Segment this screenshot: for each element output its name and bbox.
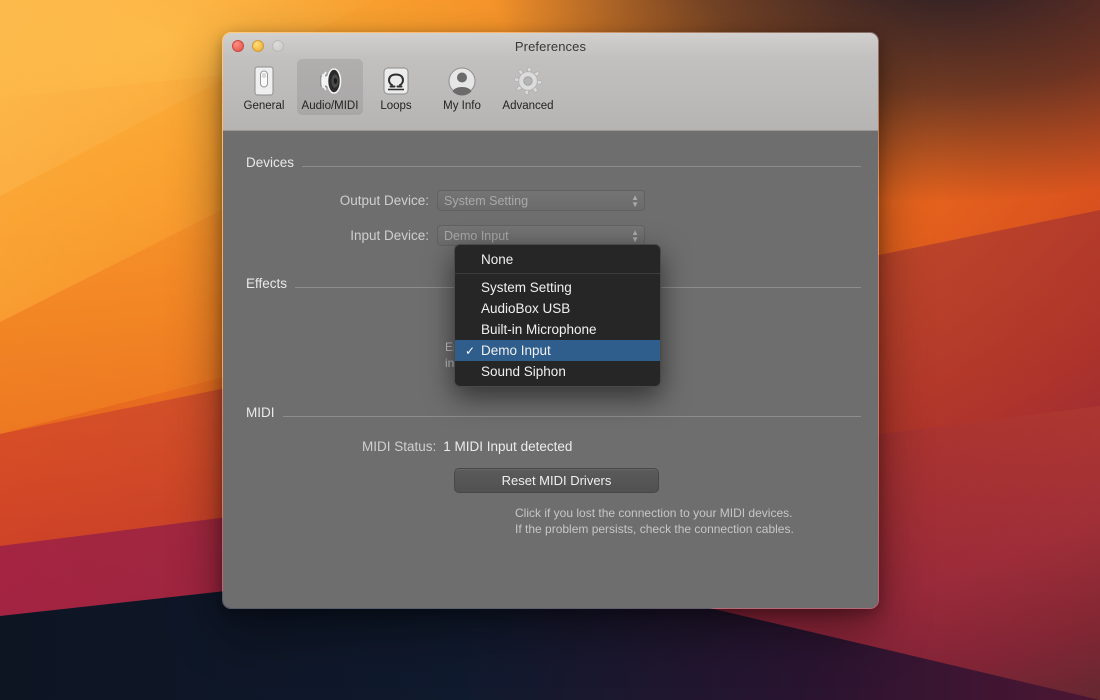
tab-advanced[interactable]: Advanced: [495, 59, 561, 115]
menu-item-label: Built-in Microphone: [481, 322, 597, 337]
menu-item-label: None: [481, 252, 513, 267]
section-divider: [283, 416, 862, 417]
input-device-select[interactable]: Demo Input ▲▼: [437, 225, 645, 246]
menu-separator: [455, 273, 660, 274]
person-icon: [446, 64, 478, 98]
midi-help-text: Click if you lost the connection to your…: [515, 505, 794, 537]
preferences-window: Preferences General: [222, 32, 879, 609]
menu-item[interactable]: Sound Siphon: [455, 361, 660, 382]
tab-loops[interactable]: Loops: [363, 59, 429, 115]
midi-status-row: MIDI Status: 1 MIDI Input detected: [362, 439, 572, 454]
tab-my-info[interactable]: My Info: [429, 59, 495, 115]
devices-section-header: Devices: [246, 155, 861, 170]
menu-item[interactable]: Built-in Microphone: [455, 319, 660, 340]
traffic-light-group: [232, 40, 284, 52]
preferences-toolbar: General Audio/MIDI: [223, 59, 878, 131]
input-device-dropdown-menu[interactable]: None System Setting AudioBox USB Built-in M…: [454, 244, 661, 387]
midi-status-value: 1 MIDI Input detected: [443, 439, 572, 454]
midi-heading: MIDI: [246, 405, 275, 420]
output-device-select[interactable]: System Setting ▲▼: [437, 190, 645, 211]
tab-advanced-label: Advanced: [502, 100, 553, 112]
tab-my-info-label: My Info: [443, 100, 481, 112]
zoom-window-button[interactable]: [272, 40, 284, 52]
menu-item-label: Sound Siphon: [481, 364, 566, 379]
section-divider: [302, 166, 861, 167]
tab-loops-label: Loops: [380, 100, 411, 112]
loop-icon: [381, 64, 411, 98]
midi-section-header: MIDI: [246, 405, 861, 420]
chevron-updown-icon: ▲▼: [631, 229, 639, 243]
checkmark-icon: ✓: [465, 344, 481, 358]
tab-audio-midi[interactable]: Audio/MIDI: [297, 59, 363, 115]
reset-midi-drivers-button[interactable]: Reset MIDI Drivers: [454, 468, 659, 493]
speaker-icon: [314, 64, 346, 98]
output-device-label: Output Device:: [225, 193, 437, 208]
input-device-label: Input Device:: [225, 228, 437, 243]
menu-item[interactable]: System Setting: [455, 277, 660, 298]
menu-item-label: Demo Input: [481, 343, 551, 358]
tab-general[interactable]: General: [231, 59, 297, 115]
tab-audio-midi-label: Audio/MIDI: [302, 100, 359, 112]
gear-icon: [512, 64, 544, 98]
minimize-window-button[interactable]: [252, 40, 264, 52]
output-device-row: Output Device: System Setting ▲▼: [225, 190, 645, 211]
midi-status-label: MIDI Status:: [362, 439, 436, 454]
window-title: Preferences: [223, 39, 878, 54]
menu-item-label: System Setting: [481, 280, 572, 295]
devices-heading: Devices: [246, 155, 294, 170]
output-device-value: System Setting: [444, 194, 528, 208]
effects-heading: Effects: [246, 276, 287, 291]
preferences-content: Devices Output Device: System Setting ▲▼…: [223, 131, 878, 609]
toggle-switch-icon: [250, 64, 278, 98]
desktop-wallpaper: Preferences General: [0, 0, 1100, 700]
close-window-button[interactable]: [232, 40, 244, 52]
menu-item[interactable]: None: [455, 249, 660, 270]
tab-general-label: General: [244, 100, 285, 112]
menu-item-label: AudioBox USB: [481, 301, 570, 316]
chevron-updown-icon: ▲▼: [631, 194, 639, 208]
input-device-value: Demo Input: [444, 229, 509, 243]
menu-item[interactable]: ✓Demo Input: [455, 340, 660, 361]
menu-item[interactable]: AudioBox USB: [455, 298, 660, 319]
input-device-row: Input Device: Demo Input ▲▼: [225, 225, 645, 246]
window-titlebar[interactable]: Preferences: [223, 33, 878, 59]
